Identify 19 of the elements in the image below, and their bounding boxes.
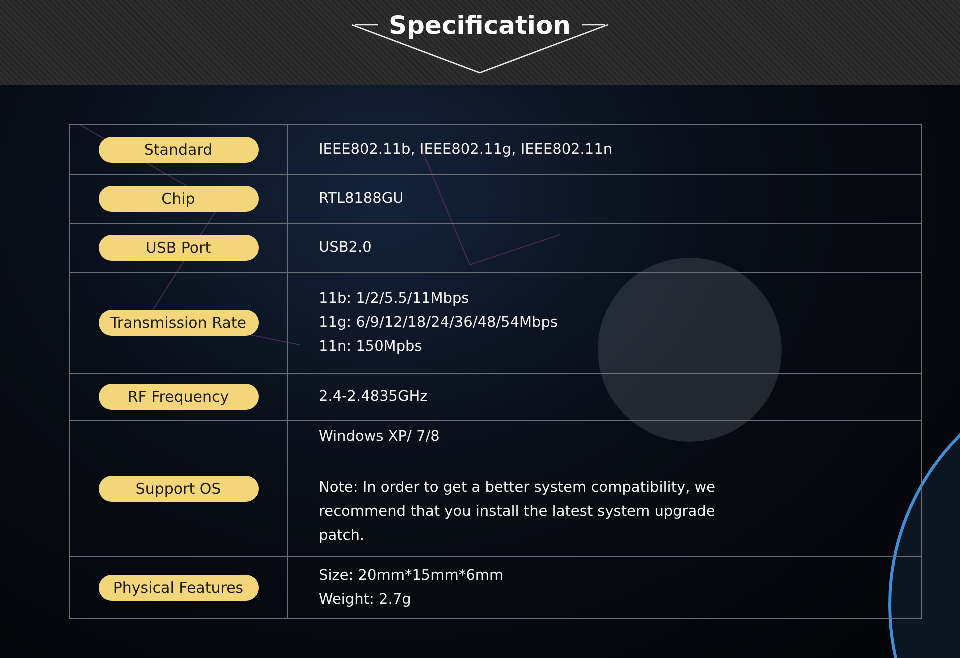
spec-value: 11b: 1/2/5.5/11Mbps bbox=[319, 290, 470, 309]
spec-value: IEEE802.11b, IEEE802.11g, IEEE802.11n bbox=[319, 140, 614, 160]
spec-label: Physical Features bbox=[98, 574, 258, 600]
spec-label: RF Frequency bbox=[98, 384, 258, 410]
spec-value: USB2.0 bbox=[319, 239, 373, 258]
spec-label: USB Port bbox=[98, 235, 258, 261]
spec-value: Size: 20mm*15mm*6mm bbox=[319, 566, 505, 586]
spec-label: Chip bbox=[98, 186, 258, 212]
spec-value: RTL8188GU bbox=[319, 190, 405, 209]
spec-value: 11g: 6/9/12/18/24/36/48/54Mbps bbox=[319, 314, 559, 333]
spec-label: Support OS bbox=[98, 476, 258, 502]
spec-value: Note: In order to get a better system compatibility, we recommend that you install the latest system upgrade patch. bbox=[319, 479, 717, 546]
spec-label: Transmission Rate bbox=[98, 310, 258, 336]
spec-value: Windows XP/ 7/8 bbox=[319, 428, 441, 447]
spec-value: 11n: 150Mpbs bbox=[319, 338, 424, 357]
spec-value: 2.4-2.4835GHz bbox=[319, 388, 429, 407]
spec-value: Weight: 2.7g bbox=[319, 590, 412, 610]
section-title: Specification bbox=[389, 10, 571, 42]
spec-label: Standard bbox=[98, 136, 258, 162]
